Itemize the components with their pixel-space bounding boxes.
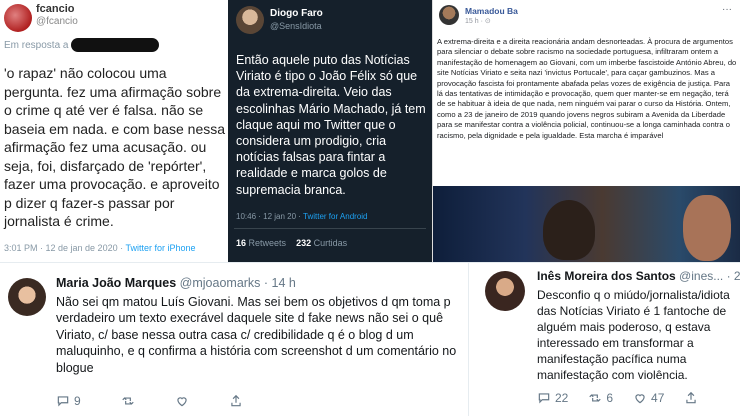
share-icon [686,391,697,404]
tweet-actions: 9 [56,394,243,408]
tweet-meta: 10:46 · 12 jan 20 · Twitter for Android [236,212,368,221]
reply-count: 22 [555,391,569,405]
redacted-handle [71,38,160,52]
facebook-post: Mamadou Ba 15 h · ⊙ ··· A extrema-direit… [432,0,740,262]
photo-person [683,195,731,261]
tweet-ines-moreira: Inês Moreira dos Santos @ines... · 2h De… [468,262,740,416]
tweet-actions: 22 6 47 [537,391,698,405]
like-count: 47 [651,391,665,405]
author-handle[interactable]: @SensIdiota [270,21,322,31]
avatar[interactable] [4,4,32,32]
author-line: Inês Moreira dos Santos @ines... · 2h [537,269,740,283]
avatar[interactable] [485,271,525,311]
avatar[interactable] [8,278,46,316]
photo-person [543,200,595,260]
share-icon [231,394,241,407]
retweets-label[interactable]: Retweets [249,238,287,248]
tweet-meta: 3:01 PM · 12 de jan de 2020 · Twitter fo… [4,243,195,253]
reply-to-line: Em resposta a [4,38,160,52]
retweet-button[interactable]: 6 [588,391,613,405]
tweet-text: Desconfio q o miúdo/jornalista/idiota da… [537,288,730,382]
retweet-icon [122,397,134,405]
tweet-fcancio: fcancio @fcancio Em resposta a 'o rapaz'… [0,0,228,262]
tweet-text: 'o rapaz' não colocou uma pergunta. fez … [4,65,226,229]
reply-icon [538,393,550,404]
share-button[interactable] [684,391,698,405]
tweet-text: Então aquele puto das Notícias Viriato é… [236,53,426,197]
author-handle[interactable]: @fcancio [36,16,78,27]
post-time[interactable]: 15 h · ⊙ [465,17,491,25]
engagement-stats: 16 Retweets 232 Curtidas [236,238,347,248]
heart-icon [177,397,187,407]
author-name[interactable]: Maria João Marques [56,276,176,290]
heart-icon [635,394,645,404]
screenshot-collage: fcancio @fcancio Em resposta a 'o rapaz'… [0,0,740,416]
likes-count[interactable]: 232 [296,238,311,248]
share-button[interactable] [229,394,243,408]
author-handle[interactable]: @ines... · 2h [679,269,740,283]
author-name[interactable]: Inês Moreira dos Santos [537,269,676,283]
tweet-text: Não sei qm matou Luís Giovani. Mas sei b… [56,295,457,375]
avatar[interactable] [439,5,459,25]
timestamp[interactable]: 10:46 · 12 jan 20 · [236,212,301,221]
retweet-count: 6 [606,391,614,405]
divider [234,228,426,229]
author-line: Maria João Marques @mjoaomarks · 14 h [56,276,296,290]
timestamp[interactable]: 3:01 PM · 12 de jan de 2020 · [4,243,123,253]
tweet-maria-joao-marques: Maria João Marques @mjoaomarks · 14 h Nã… [0,262,468,416]
like-button[interactable] [175,394,189,408]
author-name[interactable]: fcancio [36,3,75,15]
reply-button[interactable]: 9 [56,394,81,408]
retweets-count[interactable]: 16 [236,238,246,248]
avatar[interactable] [236,6,264,34]
reply-icon [57,396,69,407]
tweet-diogo-faro: Diogo Faro @SensIdiota Então aquele puto… [228,0,432,262]
source-link[interactable]: Twitter for Android [303,212,367,221]
more-options-icon[interactable]: ··· [722,4,732,15]
reply-count: 9 [74,394,81,408]
post-text: A extrema-direita e a direita reacionári… [437,37,737,140]
like-button[interactable]: 47 [633,391,664,405]
likes-label[interactable]: Curtidas [314,238,348,248]
reply-button[interactable]: 22 [537,391,568,405]
reply-prefix: Em resposta a [4,39,69,51]
author-handle[interactable]: @mjoaomarks · 14 h [180,276,296,290]
retweet-icon [589,394,602,402]
source-link[interactable]: Twitter for iPhone [125,243,195,253]
author-name[interactable]: Mamadou Ba [465,6,518,16]
retweet-button[interactable] [121,394,135,408]
author-name[interactable]: Diogo Faro [270,8,323,19]
